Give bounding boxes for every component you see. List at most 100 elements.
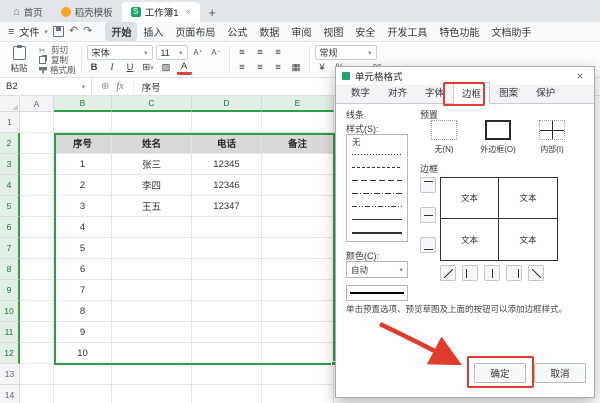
menu-tab-doc-assistant[interactable]: 文档助手 xyxy=(485,22,537,41)
cell-D11[interactable] xyxy=(192,322,262,343)
cell-E7[interactable] xyxy=(262,238,334,259)
cell-E13[interactable] xyxy=(262,364,334,385)
cell-D13[interactable] xyxy=(192,364,262,385)
cell-D12[interactable] xyxy=(192,343,262,364)
line-style-medium[interactable] xyxy=(347,226,407,239)
cell-B14[interactable] xyxy=(54,385,112,403)
border-diagonal-up-button[interactable] xyxy=(528,265,544,281)
document-tab-workbook1[interactable]: S工作簿1× xyxy=(122,2,201,22)
line-style-dashed[interactable] xyxy=(347,174,407,187)
line-style-dotted[interactable] xyxy=(347,148,407,161)
cell-B1[interactable] xyxy=(54,112,112,133)
cell-C6[interactable] xyxy=(112,217,192,238)
dialog-tab-alignment[interactable]: 对齐 xyxy=(379,81,416,103)
row-header-13[interactable]: 13 xyxy=(0,364,20,385)
border-diagonal-down-button[interactable] xyxy=(440,265,456,281)
menu-tab-home[interactable]: 开始 xyxy=(105,22,137,41)
preset-inside-button[interactable]: 内部(I) xyxy=(528,120,576,155)
cell-C10[interactable] xyxy=(112,301,192,322)
row-header-5[interactable]: 5 xyxy=(0,196,20,217)
cell-C13[interactable] xyxy=(112,364,192,385)
cell-D3[interactable]: 12345 xyxy=(192,154,262,175)
cancel-button[interactable]: 取消 xyxy=(534,363,586,383)
menu-tab-developer[interactable]: 开发工具 xyxy=(381,22,433,41)
cell-E12[interactable] xyxy=(262,343,334,364)
align-right-button[interactable]: ≡ xyxy=(271,60,286,75)
format-painter-button[interactable]: 格式刷 xyxy=(39,65,76,75)
row-header-1[interactable]: 1 xyxy=(0,112,20,133)
row-header-2[interactable]: 2 xyxy=(0,133,20,154)
cell-C5[interactable]: 王五 xyxy=(112,196,192,217)
cell-A14[interactable] xyxy=(20,385,54,403)
cell-E8[interactable] xyxy=(262,259,334,280)
align-middle-button[interactable]: ≡ xyxy=(253,45,268,60)
cell-C12[interactable] xyxy=(112,343,192,364)
cell-B3[interactable]: 1 xyxy=(54,154,112,175)
cell-A11[interactable] xyxy=(20,322,54,343)
fill-color-button[interactable]: ▨ xyxy=(159,60,174,75)
formula-input[interactable]: 序号 xyxy=(134,80,169,94)
line-style-listbox[interactable]: 无 xyxy=(346,134,408,242)
cell-B4[interactable]: 2 xyxy=(54,175,112,196)
cell-A7[interactable] xyxy=(20,238,54,259)
row-header-10[interactable]: 10 xyxy=(0,301,20,322)
align-top-button[interactable]: ≡ xyxy=(235,45,250,60)
border-top-button[interactable] xyxy=(420,177,436,193)
preset-none-button[interactable]: 无(N) xyxy=(420,120,468,155)
cell-A6[interactable] xyxy=(20,217,54,238)
column-header-d[interactable]: D xyxy=(192,96,262,112)
menu-tab-formulas[interactable]: 公式 xyxy=(221,22,253,41)
cell-C2[interactable]: 姓名 xyxy=(112,133,192,154)
cell-E1[interactable] xyxy=(262,112,334,133)
cell-D7[interactable] xyxy=(192,238,262,259)
column-header-c[interactable]: C xyxy=(112,96,192,112)
cell-B5[interactable]: 3 xyxy=(54,196,112,217)
row-header-3[interactable]: 3 xyxy=(0,154,20,175)
undo-icon[interactable]: ↶ xyxy=(69,26,78,37)
align-center-button[interactable]: ≡ xyxy=(253,60,268,75)
cell-E3[interactable] xyxy=(262,154,334,175)
number-format-select[interactable]: 常规 ▾ xyxy=(315,45,377,60)
cell-C11[interactable] xyxy=(112,322,192,343)
chevron-down-icon[interactable]: ▾ xyxy=(44,28,48,36)
row-header-7[interactable]: 7 xyxy=(0,238,20,259)
decrease-font-button[interactable]: A⁻ xyxy=(209,45,224,60)
document-tab-docer[interactable]: 稻壳模板 xyxy=(52,2,122,22)
merge-center-button[interactable]: ▦ xyxy=(289,60,304,75)
cell-A9[interactable] xyxy=(20,280,54,301)
insert-icon[interactable]: ⊕ xyxy=(101,81,109,92)
column-header-b[interactable]: B xyxy=(54,96,112,112)
row-header-6[interactable]: 6 xyxy=(0,217,20,238)
line-style-dash-small[interactable] xyxy=(347,161,407,174)
cell-A8[interactable] xyxy=(20,259,54,280)
cell-B6[interactable]: 4 xyxy=(54,217,112,238)
bold-button[interactable]: B xyxy=(87,60,102,75)
cell-B9[interactable]: 7 xyxy=(54,280,112,301)
insert-function-icon[interactable]: fx xyxy=(116,81,123,92)
menu-tab-view[interactable]: 视图 xyxy=(317,22,349,41)
column-header-a[interactable]: A xyxy=(20,96,54,112)
row-header-12[interactable]: 12 xyxy=(0,343,20,364)
cell-C1[interactable] xyxy=(112,112,192,133)
dialog-tab-border[interactable]: 边框 xyxy=(453,82,490,104)
cell-C8[interactable] xyxy=(112,259,192,280)
cell-E11[interactable] xyxy=(262,322,334,343)
align-bottom-button[interactable]: ≡ xyxy=(271,45,286,60)
cell-D5[interactable]: 12347 xyxy=(192,196,262,217)
cell-A10[interactable] xyxy=(20,301,54,322)
column-header-e[interactable]: E xyxy=(262,96,334,112)
menu-tab-review[interactable]: 审阅 xyxy=(285,22,317,41)
align-left-button[interactable]: ≡ xyxy=(235,60,250,75)
dialog-tab-protection[interactable]: 保护 xyxy=(527,81,564,103)
cell-C9[interactable] xyxy=(112,280,192,301)
cell-E6[interactable] xyxy=(262,217,334,238)
line-style-dash-dot[interactable] xyxy=(347,187,407,200)
cell-B8[interactable]: 6 xyxy=(54,259,112,280)
cell-A12[interactable] xyxy=(20,343,54,364)
cell-D6[interactable] xyxy=(192,217,262,238)
color-select[interactable]: 自动 ▾ xyxy=(346,261,408,278)
line-style-thin[interactable] xyxy=(347,213,407,226)
select-all-corner[interactable] xyxy=(0,96,20,112)
line-style-dash-dot-dot[interactable] xyxy=(347,200,407,213)
cell-E10[interactable] xyxy=(262,301,334,322)
